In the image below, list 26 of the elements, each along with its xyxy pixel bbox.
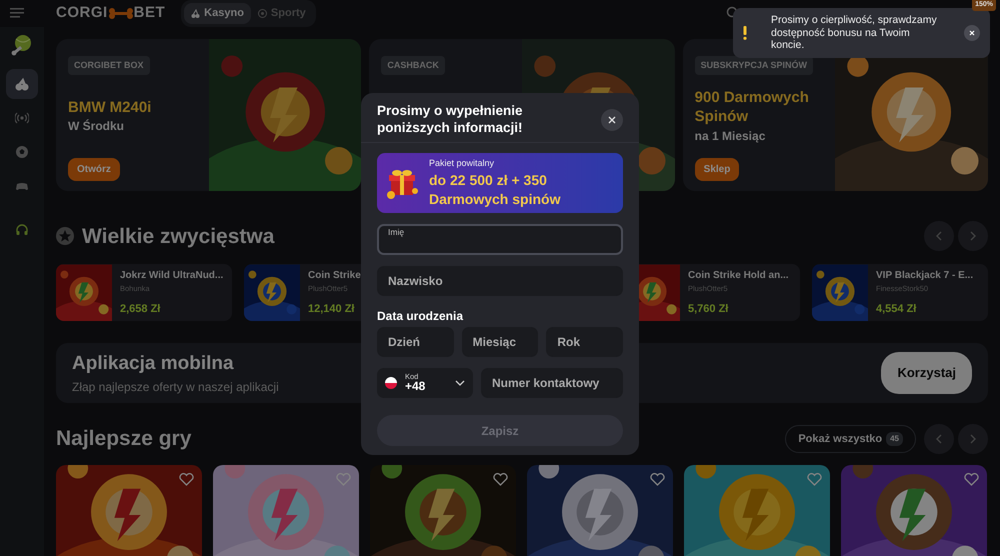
promo-label: Pakiet powitalny [429,157,496,170]
app-subtitle: Złap najlepsze oferty w naszej aplikacji [72,379,279,396]
win-amount: 4,554 Zł [876,302,918,316]
field-label: Imię [388,228,406,236]
logo-text: BET [134,3,166,23]
game-name: Jokrz Wild UltraNud... [120,269,224,283]
win-amount: 12,140 Zł [308,302,356,316]
banner-tag: SUBSKRYPCJA SPINÓW [694,56,814,75]
logo-text: CORGI [56,3,108,23]
app-title: Aplikacja mobilna [72,352,234,376]
banner-title: BMW M240i [68,98,152,117]
win-amount: 5,760 Zł [688,302,730,316]
game-name: Coin Strike Hold an... [688,269,789,283]
banner-tag: CASHBACK [381,56,445,75]
win-amount: 2,658 Zł [120,302,162,316]
modal-title: Prosimy o wypełnienie poniższych informacji! [377,102,524,137]
promo-headline: do 22 500 zł + 350 Darmowych spinów [429,170,562,209]
section-title: Najlepsze gry [56,426,192,452]
banner-subtitle: na 1 Miesiąc [694,128,766,145]
banner-tag: CORGIBET BOX [68,56,150,75]
game-name: Coin Strike [308,269,361,283]
banner-subtitle: W Środku [68,118,125,135]
game-name: VIP Blackjack 7 - E... [876,269,974,283]
count-badge: 45 [886,432,903,446]
section-title: Wielkie zwycięstwa [82,224,274,250]
banner-title: 900 Darmowych Spinów [694,88,810,127]
